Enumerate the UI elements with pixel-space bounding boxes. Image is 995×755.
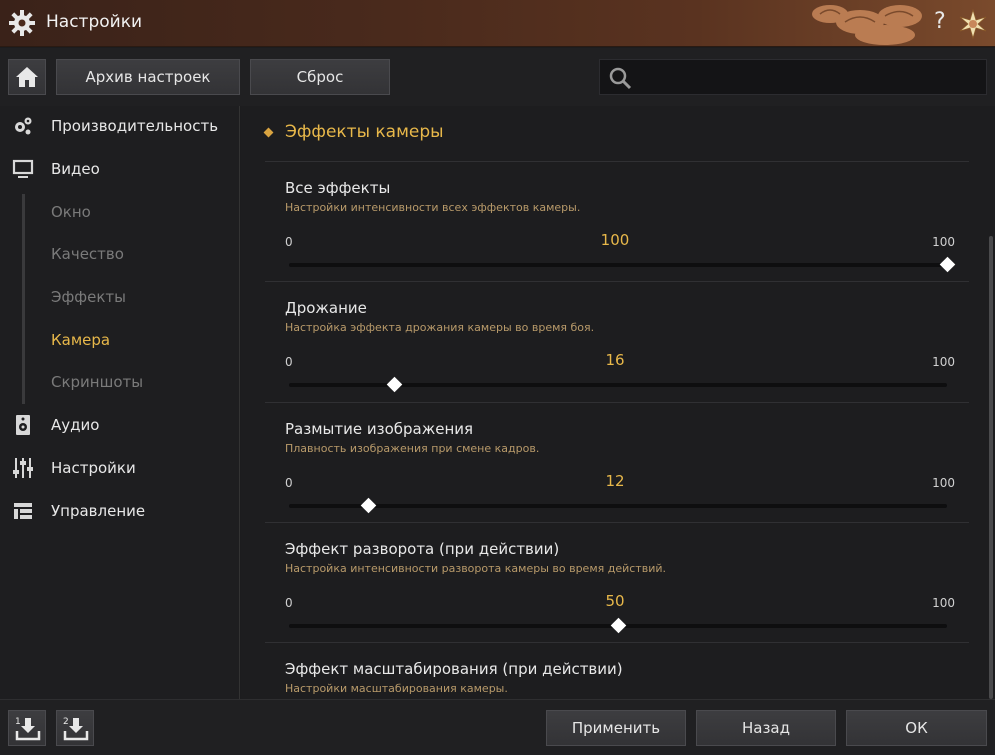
slider-value: 16: [605, 351, 625, 369]
slider-max: 100: [932, 596, 955, 610]
sliders-icon: [13, 458, 33, 478]
divider: [265, 281, 969, 282]
slider-max: 100: [932, 355, 955, 369]
sidebar-subitem-window[interactable]: Окно: [0, 195, 240, 229]
sidebar-item-label: Настройки: [51, 459, 136, 477]
setting-name: Размытие изображения: [285, 420, 474, 438]
toolbar: Архив настроек Сброс: [0, 48, 995, 106]
slider-min: 0: [285, 476, 293, 490]
slider-value: 50: [605, 592, 625, 610]
slider-handle[interactable]: [386, 376, 403, 393]
apply-button[interactable]: Применить: [546, 710, 686, 746]
divider: [265, 642, 969, 643]
sidebar: Производительность Видео Окно Качество Э…: [0, 106, 240, 699]
settings-archive-button[interactable]: Архив настроек: [56, 59, 240, 95]
slider-handle[interactable]: [939, 256, 956, 273]
setting-name: Все эффекты: [285, 179, 391, 197]
sidebar-subitem-camera[interactable]: Камера: [0, 323, 240, 357]
speaker-icon: [16, 415, 30, 435]
sidebar-item-video[interactable]: Видео: [0, 152, 240, 186]
home-button[interactable]: [8, 59, 46, 95]
emblem-icon[interactable]: [958, 9, 988, 39]
setting-description: Настройки интенсивности всех эффектов ка…: [285, 201, 581, 214]
download-icon: 1: [15, 717, 41, 741]
gear-icon: [9, 10, 35, 36]
sidebar-item-controls[interactable]: Управление: [0, 494, 240, 528]
slider-min: 0: [285, 596, 293, 610]
sidebar-item-label: Камера: [51, 331, 111, 349]
sidebar-item-performance[interactable]: Производительность: [0, 109, 240, 143]
slider-min: 0: [285, 235, 293, 249]
sidebar-item-label: Окно: [51, 203, 91, 221]
settings-panel: Эффекты камеры Все эффекты Настройки инт…: [241, 106, 995, 699]
sidebar-item-audio[interactable]: Аудио: [0, 408, 240, 442]
divider: [265, 402, 969, 403]
gears-icon: [15, 117, 32, 135]
preset-number: 1: [15, 717, 21, 727]
divider: [265, 522, 969, 523]
setting-shake: Дрожание Настройка эффекта дрожания каме…: [285, 299, 955, 419]
setting-name: Дрожание: [285, 299, 367, 317]
diamond-bullet-icon: [263, 127, 274, 137]
help-button[interactable]: ?: [934, 9, 946, 34]
slider-max: 100: [932, 235, 955, 249]
search-box[interactable]: [599, 59, 987, 95]
search-icon: [609, 67, 632, 90]
slider-max: 100: [932, 476, 955, 490]
download-preset-2-button[interactable]: 2: [56, 710, 94, 746]
sidebar-item-label: Видео: [51, 160, 100, 178]
slider-track[interactable]: [289, 504, 947, 508]
setting-description: Настройки масштабирования камеры.: [285, 682, 508, 695]
download-preset-1-button[interactable]: 1: [8, 710, 46, 746]
slider-value: 12: [605, 472, 625, 490]
sidebar-subitem-effects[interactable]: Эффекты: [0, 280, 240, 314]
scrollbar[interactable]: [989, 236, 993, 699]
ok-button[interactable]: ОК: [846, 710, 987, 746]
preset-number: 2: [63, 717, 69, 727]
slider-min: 0: [285, 355, 293, 369]
back-button[interactable]: Назад: [696, 710, 836, 746]
section-header: Эффекты камеры: [263, 122, 444, 142]
home-icon: [16, 67, 38, 87]
section-title: Эффекты камеры: [285, 122, 444, 142]
sidebar-item-label: Скриншоты: [51, 373, 144, 391]
setting-name: Эффект разворота (при действии): [285, 540, 560, 558]
sidebar-item-label: Управление: [51, 502, 146, 520]
sidebar-item-label: Производительность: [51, 117, 219, 135]
divider: [265, 161, 969, 162]
sidebar-item-label: Аудио: [51, 416, 100, 434]
sidebar-item-label: Эффекты: [51, 288, 126, 306]
download-icon: 2: [63, 717, 89, 741]
monitor-icon: [12, 159, 34, 178]
sidebar-subitem-quality[interactable]: Качество: [0, 237, 240, 271]
setting-description: Настройка интенсивности разворота камеры…: [285, 562, 666, 575]
search-input[interactable]: [640, 60, 980, 94]
cloud-decoration-icon: [812, 5, 922, 45]
setting-description: Настройка эффекта дрожания камеры во вре…: [285, 321, 595, 334]
slider-track[interactable]: [289, 263, 947, 267]
slider-value: 100: [600, 231, 630, 249]
layout-icon: [14, 503, 32, 519]
sidebar-item-label: Качество: [51, 245, 124, 263]
setting-description: Плавность изображения при смене кадров.: [285, 442, 540, 455]
setting-zoom-effect: Эффект масштабирования (при действии) На…: [285, 660, 955, 699]
slider-handle[interactable]: [360, 497, 377, 514]
window-title: Настройки: [46, 12, 143, 32]
sidebar-item-settings[interactable]: Настройки: [0, 451, 240, 485]
title-bar: Настройки ?: [0, 0, 995, 47]
setting-name: Эффект масштабирования (при действии): [285, 660, 623, 678]
slider-handle[interactable]: [610, 617, 627, 634]
reset-button[interactable]: Сброс: [250, 59, 390, 95]
sidebar-subitem-screenshots[interactable]: Скриншоты: [0, 365, 240, 399]
footer: 1 2 Применить Назад ОК: [0, 699, 995, 755]
